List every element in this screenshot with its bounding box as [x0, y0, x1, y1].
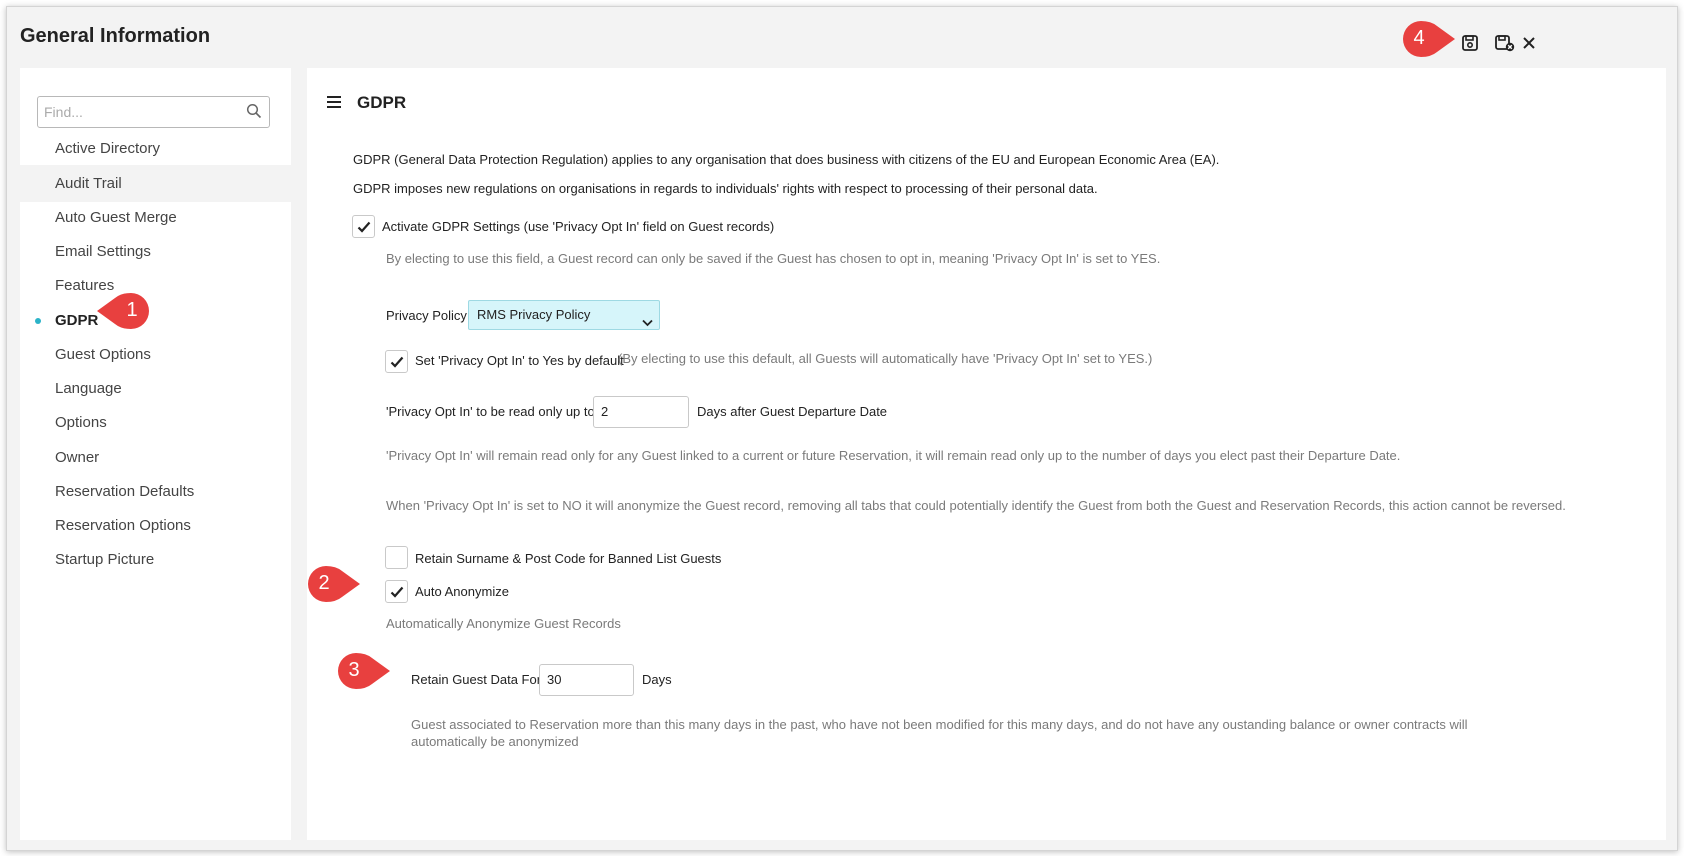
retain-data-suffix: Days — [642, 672, 672, 687]
panel-title: GDPR — [357, 93, 407, 112]
retain-surname-checkbox[interactable] — [385, 546, 408, 569]
hamburger-menu-icon[interactable] — [327, 95, 341, 113]
checkmark-icon — [357, 221, 370, 233]
sidebar-item-options[interactable]: Options — [20, 404, 291, 441]
callout-2: 2 — [300, 565, 362, 608]
sidebar-item-startup-picture[interactable]: Startup Picture — [20, 541, 291, 578]
optin-default-note: (By electing to use this default, all Gu… — [618, 351, 1153, 366]
anonymize-description: When 'Privacy Opt In' is set to NO it wi… — [386, 498, 1566, 513]
auto-anonymize-checkbox[interactable] — [385, 580, 408, 603]
readonly-description: 'Privacy Opt In' will remain read only f… — [386, 448, 1401, 463]
privacy-policy-label: Privacy Policy — [386, 308, 467, 323]
intro-text-1: GDPR (General Data Protection Regulation… — [353, 152, 1220, 167]
retain-data-label: Retain Guest Data For — [411, 672, 542, 687]
retain-surname-label: Retain Surname & Post Code for Banned Li… — [415, 551, 722, 566]
active-indicator-dot — [35, 318, 41, 324]
chevron-down-icon — [642, 309, 653, 337]
save-icon[interactable] — [1456, 29, 1484, 57]
sidebar-item-guest-options[interactable]: Guest Options — [20, 336, 291, 373]
checkmark-icon — [390, 586, 403, 598]
intro-text-2: GDPR imposes new regulations on organisa… — [353, 181, 1098, 196]
readonly-days-input[interactable]: 2 — [593, 396, 689, 428]
sidebar-item-active-directory[interactable]: Active Directory — [20, 130, 291, 167]
sidebar-item-language[interactable]: Language — [20, 370, 291, 407]
readonly-suffix: Days after Guest Departure Date — [697, 404, 888, 419]
gdpr-panel: GDPR GDPR (General Data Protection Regul… — [307, 68, 1666, 840]
callout-3: 3 — [330, 652, 392, 695]
auto-anonymize-description: Automatically Anonymize Guest Records — [386, 616, 621, 631]
callout-1: 1 — [95, 292, 155, 335]
search-input[interactable] — [42, 98, 242, 126]
auto-anonymize-label: Auto Anonymize — [415, 584, 509, 599]
search-box[interactable] — [37, 96, 270, 128]
sidebar-item-reservation-defaults[interactable]: Reservation Defaults — [20, 473, 291, 510]
activate-gdpr-description: By electing to use this field, a Guest r… — [386, 251, 1161, 266]
activate-gdpr-label: Activate GDPR Settings (use 'Privacy Opt… — [382, 219, 775, 234]
sidebar-item-audit-trail[interactable]: Audit Trail — [20, 165, 291, 202]
checkmark-icon — [390, 356, 403, 368]
close-icon[interactable] — [1515, 29, 1543, 57]
sidebar-item-owner[interactable]: Owner — [20, 439, 291, 476]
optin-default-checkbox[interactable] — [385, 350, 408, 373]
sidebar-item-auto-guest-merge[interactable]: Auto Guest Merge — [20, 199, 291, 236]
search-icon[interactable] — [246, 103, 262, 124]
optin-default-label: Set 'Privacy Opt In' to Yes by default — [415, 353, 624, 368]
retain-data-description: Guest associated to Reservation more tha… — [411, 717, 1468, 749]
settings-sidebar: Active Directory Audit Trail Auto Guest … — [20, 68, 291, 840]
sidebar-item-email-settings[interactable]: Email Settings — [20, 233, 291, 270]
sidebar-item-reservation-options[interactable]: Reservation Options — [20, 507, 291, 544]
window-title: General Information — [20, 25, 211, 47]
callout-4: 4 — [1395, 20, 1457, 63]
general-information-window: General Information Find... Active Direc… — [6, 6, 1678, 851]
retain-data-days-input[interactable]: 30 — [539, 664, 634, 696]
readonly-label: 'Privacy Opt In' to be read only up to — [386, 404, 595, 419]
sidebar-item-features[interactable]: Features — [20, 267, 291, 304]
privacy-policy-select[interactable]: RMS Privacy Policy — [468, 300, 660, 330]
activate-gdpr-checkbox[interactable] — [352, 215, 375, 238]
sidebar-item-gdpr[interactable]: GDPR — [20, 302, 291, 339]
